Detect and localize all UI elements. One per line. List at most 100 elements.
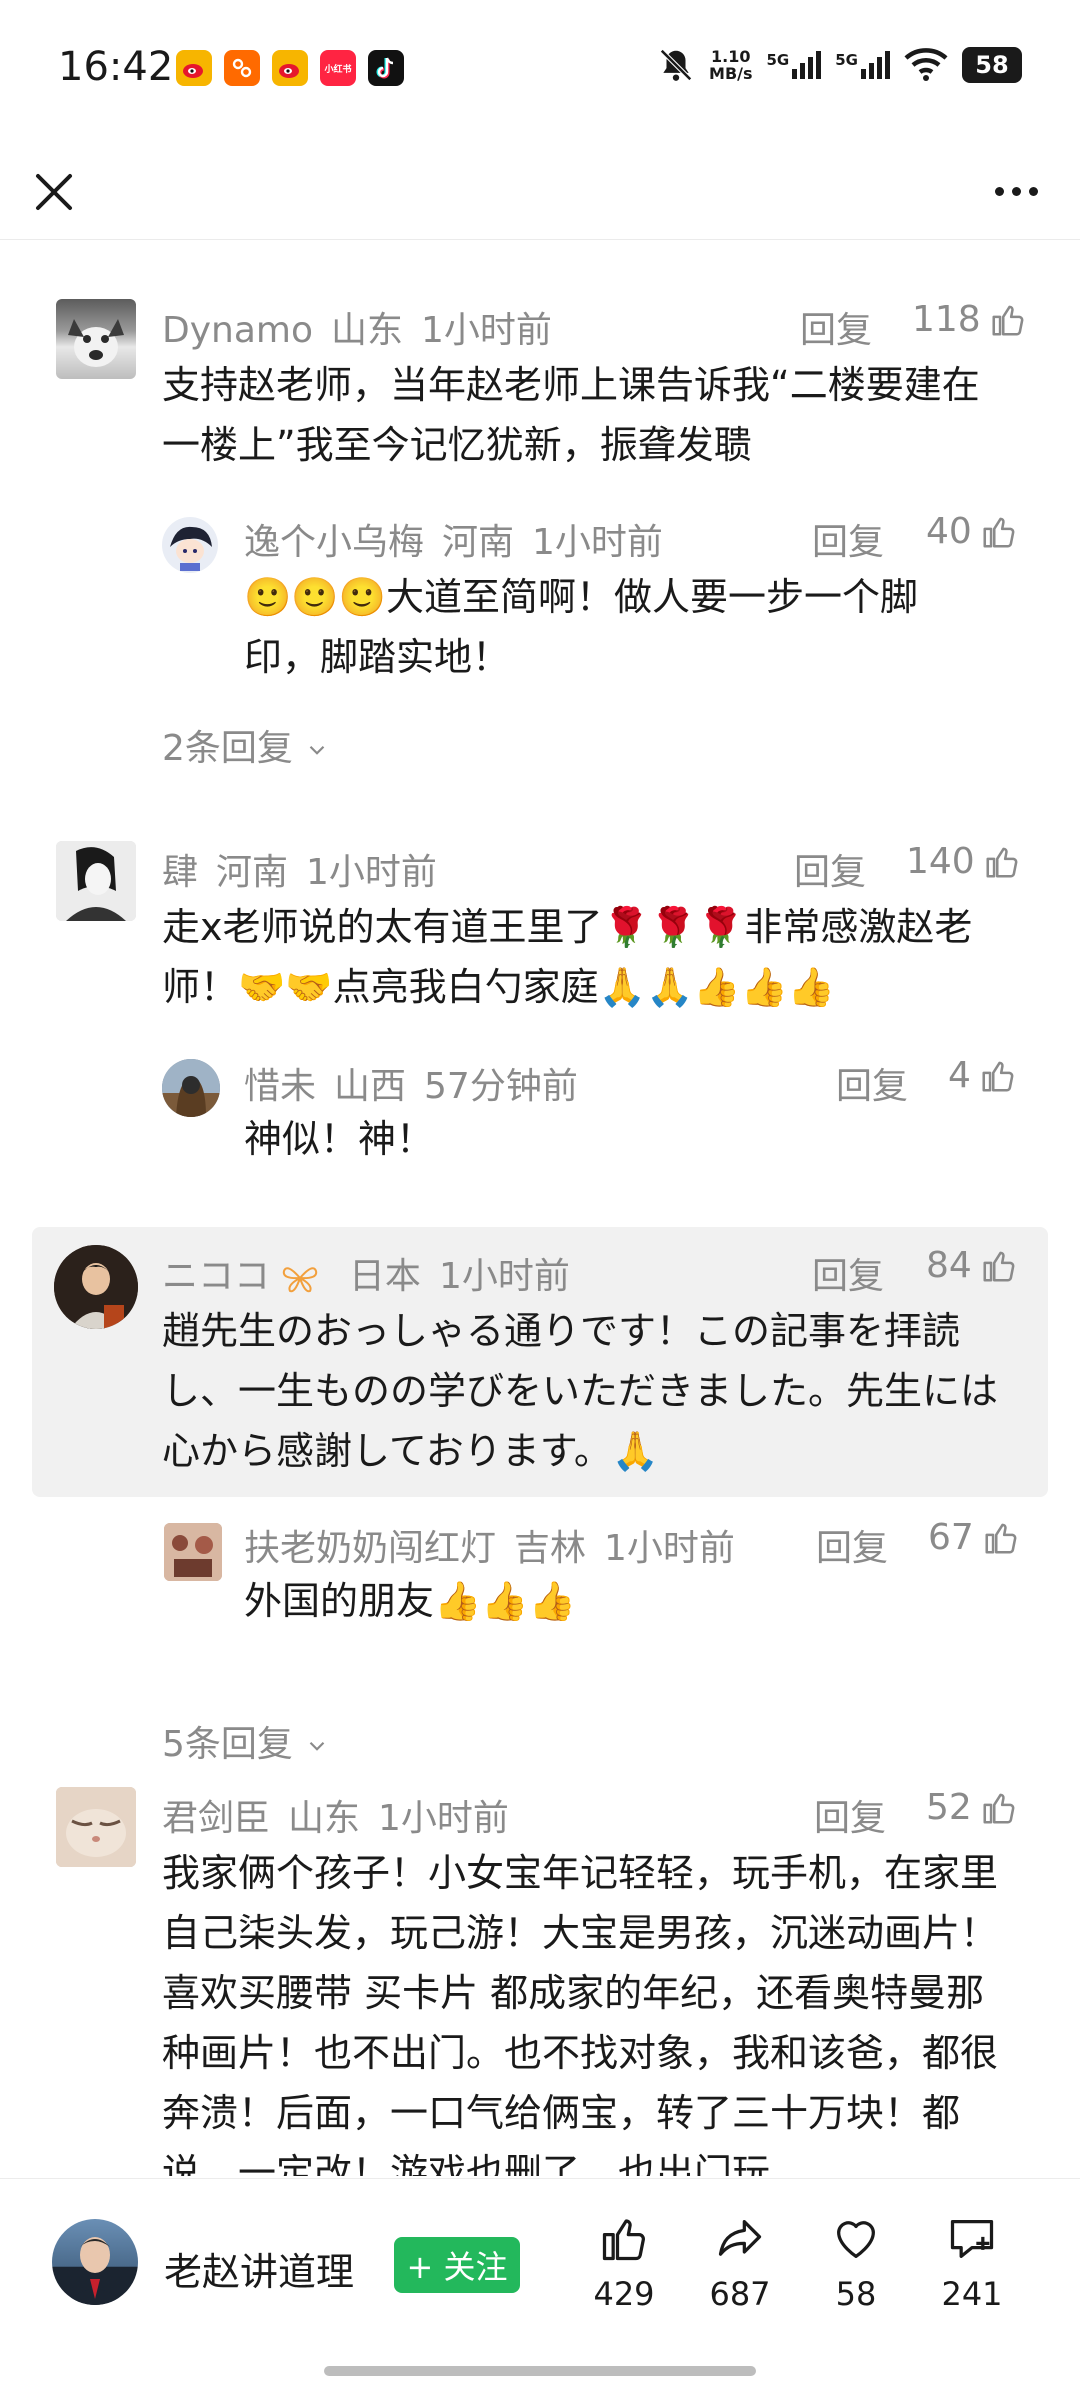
- like-count: 84: [926, 1245, 972, 1286]
- username[interactable]: Dynamo: [162, 310, 313, 351]
- reply-button[interactable]: 回复: [794, 843, 866, 895]
- reply-time: 57分钟前: [424, 1066, 578, 1107]
- more-options-button[interactable]: [986, 176, 1046, 206]
- weibo-icon: [176, 50, 212, 86]
- status-time: 16:42: [58, 44, 174, 90]
- like-button[interactable]: 84: [926, 1245, 1018, 1286]
- reply-meta: 惜未 山西 57分钟前: [244, 1057, 578, 1109]
- reply-location: 吉林: [514, 1528, 587, 1569]
- reply-like-button[interactable]: 4: [948, 1055, 1017, 1096]
- comment-time: 1小时前: [378, 1798, 509, 1839]
- user-location: 山东: [288, 1798, 361, 1839]
- like-button[interactable]: 140: [906, 841, 1021, 882]
- reply-username[interactable]: 扶老奶奶闯红灯: [244, 1528, 496, 1569]
- more-dot-icon: [994, 186, 1004, 196]
- favorite-action[interactable]: 58: [806, 2213, 906, 2313]
- thumbs-up-icon: [983, 1793, 1015, 1824]
- reply-username[interactable]: 逸个小乌梅: [244, 522, 424, 563]
- reply-user-avatar[interactable]: [164, 1523, 222, 1581]
- like-button[interactable]: 52: [926, 1787, 1018, 1828]
- user-avatar[interactable]: [56, 299, 136, 379]
- reply-meta: 逸个小乌梅 河南 1小时前: [244, 513, 663, 565]
- more-replies-label: 5条回复: [162, 1724, 293, 1765]
- user-avatar[interactable]: [56, 1787, 136, 1867]
- comment-meta: 肆河南 1小时前: [162, 843, 437, 895]
- thumbs-up-icon: [982, 1061, 1014, 1092]
- xiaohongshu-icon: 小红书: [320, 50, 356, 86]
- comment-meta: 君剑臣 山东 1小时前: [162, 1789, 509, 1841]
- battery-indicator: 58: [962, 47, 1022, 83]
- reply-button[interactable]: 回复: [812, 1247, 884, 1299]
- username[interactable]: 君剑臣: [162, 1798, 270, 1839]
- reply-username[interactable]: 惜未: [244, 1066, 316, 1107]
- comment-time: 1小时前: [421, 310, 552, 351]
- comment-add-icon: [950, 2220, 994, 2258]
- reply-button[interactable]: 回复: [812, 513, 884, 565]
- weibo-icon: [272, 50, 308, 86]
- comment-text[interactable]: 趙先生のおっしゃる通りです！この記事を拝読し、一生ものの学びをいただきました。先…: [162, 1301, 1022, 1481]
- reply-user-avatar[interactable]: [162, 517, 218, 573]
- reply-time: 1小时前: [532, 522, 663, 563]
- like-count: 4: [948, 1055, 971, 1096]
- reply-text[interactable]: 🙂🙂🙂大道至简啊！做人要一步一个脚印，脚踏实地！: [244, 567, 974, 687]
- thumbs-up-icon: [986, 847, 1018, 878]
- xiaohongshu-label: 小红书: [324, 64, 352, 75]
- user-avatar[interactable]: [56, 841, 136, 921]
- user-avatar[interactable]: [54, 1245, 138, 1329]
- comment-time: 1小时前: [306, 852, 437, 893]
- comment-text[interactable]: 支持赵老师，当年赵老师上课告诉我“二楼要建在一楼上”我至今记忆犹新，振聋发聩: [162, 355, 1012, 475]
- username[interactable]: ニココ: [162, 1256, 270, 1297]
- thumbs-up-icon: [983, 1251, 1015, 1282]
- like-count: 67: [928, 1517, 974, 1558]
- reply-button[interactable]: 回复: [814, 1789, 886, 1841]
- reply-button[interactable]: 回复: [816, 1519, 888, 1571]
- net-speed-unit: MB/s: [709, 64, 753, 83]
- expand-replies-button[interactable]: 2条回复: [162, 719, 330, 771]
- like-count: 40: [926, 511, 972, 552]
- reply-location: 河南: [442, 522, 515, 563]
- comment-action[interactable]: 241: [922, 2213, 1022, 2313]
- thumbs-up-icon: [983, 517, 1015, 548]
- user-location: 山东: [331, 310, 404, 351]
- comment-text[interactable]: 走x老师说的太有道王里了🌹🌹🌹非常感激赵老师！🤝🤝点亮我白勺家庭🙏🙏👍👍👍: [162, 897, 1032, 1017]
- comment-count: 241: [941, 2275, 1003, 2313]
- author-name[interactable]: 老赵讲道理: [164, 2241, 354, 2296]
- net-speed-value: 1.10: [711, 47, 751, 66]
- share-action[interactable]: 687: [690, 2213, 790, 2313]
- signal-5g-2: 5G: [835, 51, 890, 79]
- reply-time: 1小时前: [604, 1528, 735, 1569]
- status-bar: 16:42 小红书 1.10 MB/s 5G 5G 58: [0, 0, 1080, 140]
- like-count: 118: [912, 299, 981, 340]
- more-dot-icon: [1011, 186, 1021, 196]
- close-button[interactable]: [30, 168, 78, 216]
- thumbs-up-icon: [985, 1523, 1017, 1554]
- reply-user-avatar[interactable]: [162, 1059, 220, 1117]
- signal-5g-1: 5G: [767, 51, 822, 79]
- close-icon: [36, 174, 72, 210]
- like-action[interactable]: 429: [574, 2213, 674, 2313]
- more-dot-icon: [1028, 186, 1038, 196]
- home-indicator[interactable]: [324, 2366, 756, 2376]
- reply-button[interactable]: 回复: [836, 1057, 908, 1109]
- reply-text[interactable]: 外国的朋友👍👍👍: [244, 1571, 974, 1631]
- username[interactable]: 肆: [162, 852, 198, 893]
- heart-icon: [837, 2221, 875, 2258]
- author-avatar[interactable]: [52, 2219, 138, 2305]
- reply-like-button[interactable]: 67: [928, 1517, 1020, 1558]
- follow-button[interactable]: + 关注: [394, 2237, 520, 2293]
- like-button[interactable]: 118: [912, 299, 1027, 340]
- comment-feed[interactable]: Dynamo 山东 1小时前 回复 118 支持赵老师，当年赵老师上课告诉我“二楼要…: [0, 241, 1080, 2176]
- top-nav: [0, 140, 1080, 240]
- reply-button[interactable]: 回复: [800, 301, 872, 353]
- thumbs-up-icon: [992, 305, 1024, 336]
- expand-replies-button[interactable]: 5条回复: [162, 1715, 330, 1767]
- signal-bars-icon: [792, 51, 822, 79]
- like-count: 429: [593, 2275, 655, 2313]
- more-replies-label: 2条回复: [162, 728, 293, 769]
- comment-text[interactable]: 我家俩个孩子！小女宝年记轻轻，玩手机，在家里自己柒头发，玩己游！大宝是男孩，沉迷…: [162, 1843, 1022, 2176]
- taobao-icon: [224, 50, 260, 86]
- chevron-down-icon: [310, 1741, 325, 1751]
- reply-text[interactable]: 神似！神！: [244, 1109, 974, 1169]
- comment-time: 1小时前: [438, 1256, 570, 1297]
- reply-like-button[interactable]: 40: [926, 511, 1018, 552]
